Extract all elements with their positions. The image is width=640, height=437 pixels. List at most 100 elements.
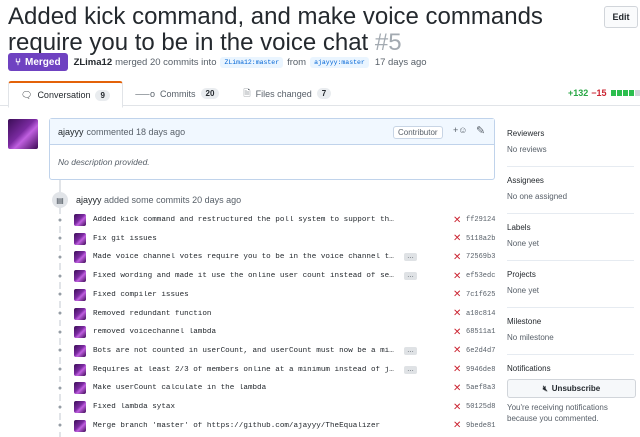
unsubscribe-button[interactable]: 🔇︎ Unsubscribe — [507, 379, 636, 398]
mute-icon: 🔇︎ — [542, 383, 548, 393]
commit-author-avatar[interactable] — [74, 288, 86, 301]
projects-label[interactable]: Projects — [507, 270, 634, 279]
head-branch[interactable]: ajayyy:master — [310, 56, 369, 68]
commit-author-avatar[interactable] — [74, 232, 86, 245]
assignees-value: No one assigned — [507, 192, 568, 201]
status-failure-icon[interactable]: ✕ — [453, 327, 461, 338]
commit-sha[interactable]: ff29124 — [466, 216, 495, 224]
status-failure-icon[interactable]: ✕ — [453, 233, 461, 244]
commit-author-avatar[interactable] — [74, 382, 86, 395]
commit-sha[interactable]: 7c1f625 — [466, 291, 495, 299]
commit-dot-icon: ● — [56, 344, 64, 357]
commit-message[interactable]: Merge branch 'master' of https://github.… — [93, 422, 398, 430]
commit-sha[interactable]: 9bede81 — [466, 422, 495, 430]
tab-conversation[interactable]: 🗨︎ Conversation 9 — [8, 81, 123, 108]
status-failure-icon[interactable]: ✕ — [453, 271, 461, 282]
commit-author-avatar[interactable] — [74, 270, 86, 283]
commit-sha[interactable]: ef53edc — [466, 272, 495, 280]
commit-author-avatar[interactable] — [74, 401, 86, 413]
commit-message[interactable]: Fix git issues — [93, 235, 398, 243]
contributor-badge: Contributor — [393, 126, 443, 139]
commit-author-avatar[interactable] — [74, 363, 86, 376]
commit-row: ● Fix git issues ✕ 5118a2b — [56, 230, 496, 248]
status-failure-icon[interactable]: ✕ — [453, 420, 461, 431]
sidebar-notifications: Notifications — [507, 364, 634, 380]
commit-sha[interactable]: a10c814 — [466, 310, 495, 318]
tab-counter: 7 — [316, 88, 332, 99]
sidebar-assignees: Assignees No one assigned — [507, 176, 634, 201]
commit-message[interactable]: Bots are not counted in userCount, and u… — [93, 347, 398, 355]
tab-commits[interactable]: ⸺o Commits 20 — [123, 81, 232, 106]
commit-author-avatar[interactable] — [74, 419, 86, 432]
expand-message-button[interactable]: … — [404, 365, 417, 374]
additions-count: +132 — [568, 88, 589, 98]
reviewers-label[interactable]: Reviewers — [507, 129, 634, 138]
assignees-label[interactable]: Assignees — [507, 176, 634, 185]
repo-push-icon: ▤ — [52, 192, 68, 208]
commit-message[interactable]: Made voice channel votes require you to … — [93, 253, 398, 261]
commit-message[interactable]: removed voicechannel lambda — [93, 328, 398, 336]
status-failure-icon[interactable]: ✕ — [453, 364, 461, 375]
commits-header-text: added some commits 20 days ago — [104, 195, 242, 205]
comment-body: No description provided. — [58, 157, 150, 167]
merged-label: Merged — [25, 56, 61, 68]
commit-sha[interactable]: 68511a1 — [466, 328, 495, 336]
commit-author-avatar[interactable] — [74, 307, 86, 320]
merged-time: 17 days ago — [374, 56, 427, 68]
base-branch[interactable]: ZLima12:master — [220, 56, 284, 68]
commit-message[interactable]: Fixed lambda sytax — [93, 403, 398, 411]
commit-message[interactable]: Make userCount calculate in the lambda — [93, 384, 398, 392]
commit-dot-icon: ● — [56, 401, 64, 413]
status-failure-icon[interactable]: ✕ — [453, 252, 461, 263]
tab-label: Commits — [160, 88, 196, 99]
commit-message[interactable]: Requires at least 2/3 of members online … — [93, 366, 398, 374]
edit-button[interactable]: Edit — [604, 6, 638, 28]
status-failure-icon[interactable]: ✕ — [453, 402, 461, 413]
diffstat-bar — [610, 88, 640, 98]
commit-message[interactable]: Added kick command and restructured the … — [93, 216, 398, 224]
commit-sha[interactable]: 50125d8 — [466, 403, 495, 411]
tab-counter: 9 — [95, 89, 110, 101]
avatar[interactable] — [8, 119, 38, 149]
commit-row: ● Merge branch 'master' of https://github… — [56, 417, 496, 435]
expand-message-button[interactable]: … — [404, 253, 417, 262]
merged-text: merged 20 commits into — [115, 56, 217, 68]
status-failure-icon[interactable]: ✕ — [453, 308, 461, 319]
pr-tabs: 🗨︎ Conversation 9 ⸺o Commits 20 🗎︎ Files… — [8, 81, 343, 108]
pencil-icon[interactable]: ✎ — [476, 124, 488, 137]
unsubscribe-label: Unsubscribe — [551, 384, 601, 393]
pr-author-link[interactable]: ZLima12 — [74, 57, 113, 68]
expand-message-button[interactable]: … — [404, 272, 417, 281]
status-failure-icon[interactable]: ✕ — [453, 289, 461, 300]
commits-author[interactable]: ajayyy — [76, 195, 102, 205]
commit-sha[interactable]: 9946de8 — [466, 366, 495, 374]
commit-row: ● Fixed wording and made it use the onlin… — [56, 267, 496, 285]
commit-sha[interactable]: 72569b3 — [466, 253, 495, 261]
commit-author-avatar[interactable] — [74, 214, 86, 226]
labels-label[interactable]: Labels — [507, 223, 634, 232]
comment-author[interactable]: ajayyy — [58, 127, 84, 137]
status-failure-icon[interactable]: ✕ — [453, 345, 461, 356]
commit-message[interactable]: Fixed compiler issues — [93, 291, 398, 299]
commit-message[interactable]: Removed redundant function — [93, 310, 398, 318]
commit-author-avatar[interactable] — [74, 326, 86, 339]
commit-sha[interactable]: 5118a2b — [466, 235, 495, 243]
diffstat: +132 −15 — [568, 88, 640, 98]
expand-message-button[interactable]: … — [404, 346, 417, 355]
commit-row: ● Made voice channel votes require you to… — [56, 248, 496, 266]
sidebar-labels: Labels None yet — [507, 223, 634, 248]
commit-row: ● Requires at least 2/3 of members online… — [56, 361, 496, 379]
commit-icon: ⸺o — [134, 89, 156, 99]
commit-author-avatar[interactable] — [74, 251, 86, 264]
milestone-label[interactable]: Milestone — [507, 317, 634, 326]
status-failure-icon[interactable]: ✕ — [453, 215, 461, 226]
tab-counter: 20 — [200, 88, 220, 99]
commit-author-avatar[interactable] — [74, 344, 86, 357]
tab-files-changed[interactable]: 🗎︎ Files changed 7 — [231, 81, 343, 106]
commit-message[interactable]: Fixed wording and made it use the online… — [93, 272, 398, 280]
add-reaction-icon[interactable]: +☺ — [453, 125, 467, 137]
commit-sha[interactable]: 6e2d4d7 — [466, 347, 495, 355]
status-failure-icon[interactable]: ✕ — [453, 383, 461, 394]
notifications-label: Notifications — [507, 364, 551, 373]
commit-sha[interactable]: 5aef8a3 — [466, 384, 495, 392]
